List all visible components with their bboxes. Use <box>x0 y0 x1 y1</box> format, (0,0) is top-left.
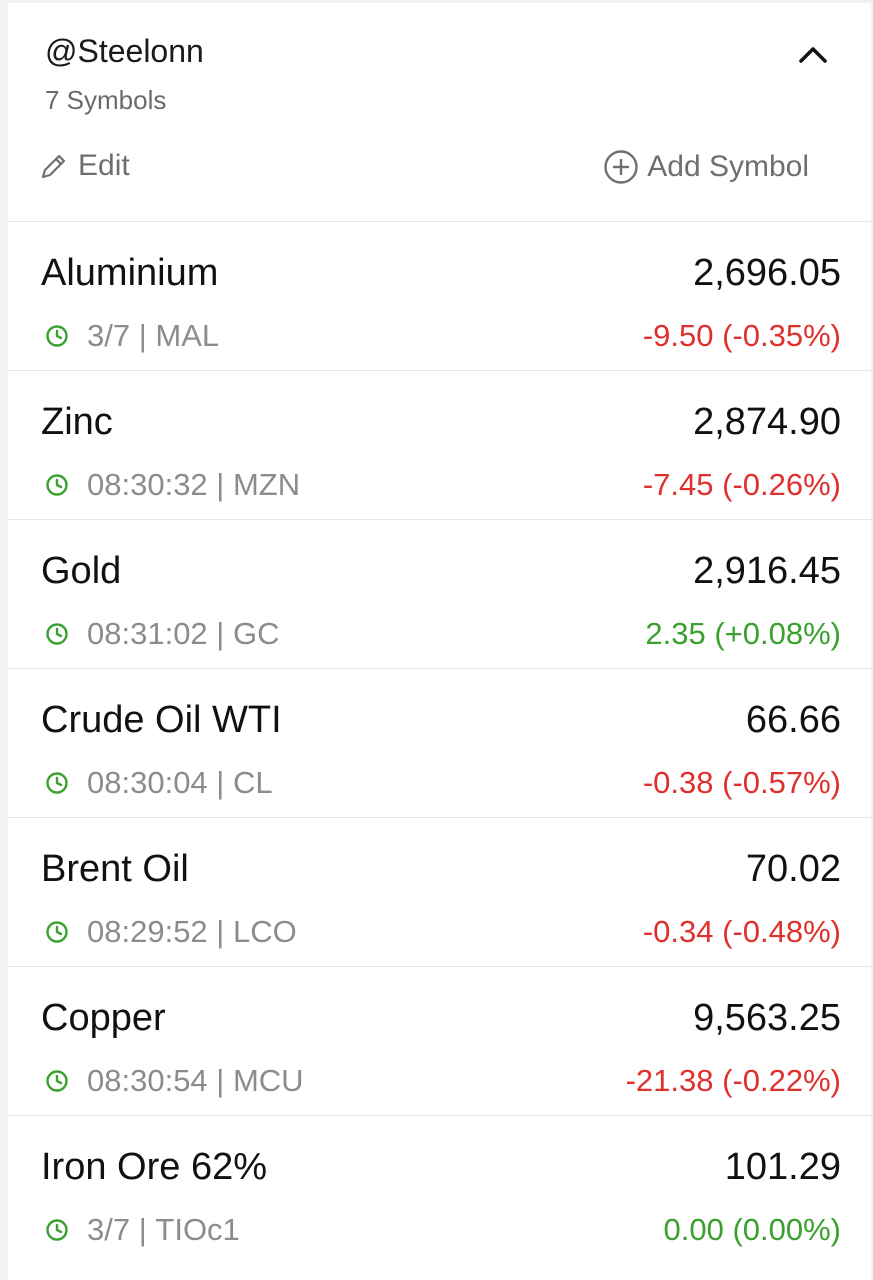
symbol-meta: 08:31:02 | GC <box>45 616 279 652</box>
clock-icon <box>46 1070 68 1092</box>
symbol-change: -0.38 (-0.57%) <box>642 765 841 800</box>
symbol-ticker: TIOc1 <box>155 1212 240 1247</box>
symbol-ticker: MAL <box>155 318 220 353</box>
add-symbol-label: Add Symbol <box>647 150 809 183</box>
plus-circle-icon <box>604 150 638 184</box>
pencil-icon <box>41 154 66 179</box>
symbol-list: Aluminium 2,696.05 3/7 | MAL -9.50 (-0.3… <box>8 221 871 1264</box>
edit-button[interactable]: Edit <box>38 149 130 183</box>
symbol-price: 70.02 <box>745 848 841 890</box>
clock-icon <box>46 474 68 496</box>
symbol-name: Zinc <box>41 401 113 443</box>
symbol-meta: 08:30:04 | CL <box>45 765 273 801</box>
symbol-time: 3/7 <box>87 318 131 353</box>
symbol-row[interactable]: Crude Oil WTI 66.66 08:30:04 | CL -0.38 … <box>8 669 871 818</box>
symbol-ticker: MCU <box>232 1063 304 1098</box>
symbol-change: -9.50 (-0.35%) <box>642 318 841 353</box>
add-symbol-button[interactable]: Add Symbol <box>603 149 809 185</box>
symbol-row[interactable]: Iron Ore 62% 101.29 3/7 | TIOc1 0.00 (0.… <box>8 1116 871 1264</box>
symbol-meta: 08:30:54 | MCU <box>45 1063 304 1099</box>
symbol-ticker: LCO <box>232 914 297 949</box>
symbol-price: 2,696.05 <box>693 252 841 294</box>
symbol-change: -21.38 (-0.22%) <box>625 1063 841 1098</box>
symbol-ticker: CL <box>232 765 273 800</box>
symbol-name: Copper <box>41 997 166 1039</box>
symbol-time: 08:30:32 <box>87 467 208 502</box>
symbol-change: -0.34 (-0.48%) <box>642 914 841 949</box>
symbol-row[interactable]: Gold 2,916.45 08:31:02 | GC 2.35 (+0.08%… <box>8 520 871 669</box>
clock-icon <box>46 921 68 943</box>
watchlist-name: @Steelonn <box>45 33 204 69</box>
symbol-meta: 08:29:52 | LCO <box>45 914 297 950</box>
symbol-row[interactable]: Brent Oil 70.02 08:29:52 | LCO -0.34 (-0… <box>8 818 871 967</box>
symbol-name: Crude Oil WTI <box>41 699 282 741</box>
clock-icon <box>46 325 68 347</box>
symbol-price: 101.29 <box>724 1146 841 1188</box>
symbol-meta: 08:30:32 | MZN <box>45 467 300 503</box>
symbol-price: 9,563.25 <box>693 997 841 1039</box>
chevron-up-icon <box>799 47 827 63</box>
symbol-time: 08:30:04 <box>87 765 208 800</box>
symbol-name: Aluminium <box>41 252 219 294</box>
symbol-ticker: GC <box>232 616 280 651</box>
watchlist-card: @Steelonn 7 Symbols Edit Add Symbol Alum <box>8 3 871 1280</box>
watchlist-header: @Steelonn 7 Symbols Edit Add Symbol <box>8 3 871 221</box>
edit-label: Edit <box>78 149 130 182</box>
clock-icon <box>46 1219 68 1241</box>
collapse-button[interactable] <box>795 39 831 69</box>
clock-icon <box>46 623 68 645</box>
symbol-count: 7 Symbols <box>45 85 167 115</box>
symbol-name: Brent Oil <box>41 848 189 890</box>
symbol-price: 66.66 <box>745 699 841 741</box>
symbol-price: 2,916.45 <box>693 550 841 592</box>
symbol-time: 3/7 <box>87 1212 131 1247</box>
symbol-ticker: MZN <box>232 467 301 502</box>
symbol-row[interactable]: Aluminium 2,696.05 3/7 | MAL -9.50 (-0.3… <box>8 222 871 371</box>
symbol-meta: 3/7 | TIOc1 <box>45 1212 240 1248</box>
symbol-time: 08:29:52 <box>87 914 208 949</box>
symbol-price: 2,874.90 <box>693 401 841 443</box>
symbol-change: 0.00 (0.00%) <box>663 1212 842 1247</box>
symbol-time: 08:30:54 <box>87 1063 208 1098</box>
symbol-change: -7.45 (-0.26%) <box>642 467 841 502</box>
symbol-name: Gold <box>41 550 122 592</box>
clock-icon <box>46 772 68 794</box>
symbol-meta: 3/7 | MAL <box>45 318 219 354</box>
symbol-name: Iron Ore 62% <box>41 1146 267 1188</box>
symbol-row[interactable]: Copper 9,563.25 08:30:54 | MCU -21.38 (-… <box>8 967 871 1116</box>
symbol-time: 08:31:02 <box>87 616 208 651</box>
symbol-change: 2.35 (+0.08%) <box>645 616 841 651</box>
symbol-row[interactable]: Zinc 2,874.90 08:30:32 | MZN -7.45 (-0.2… <box>8 371 871 520</box>
